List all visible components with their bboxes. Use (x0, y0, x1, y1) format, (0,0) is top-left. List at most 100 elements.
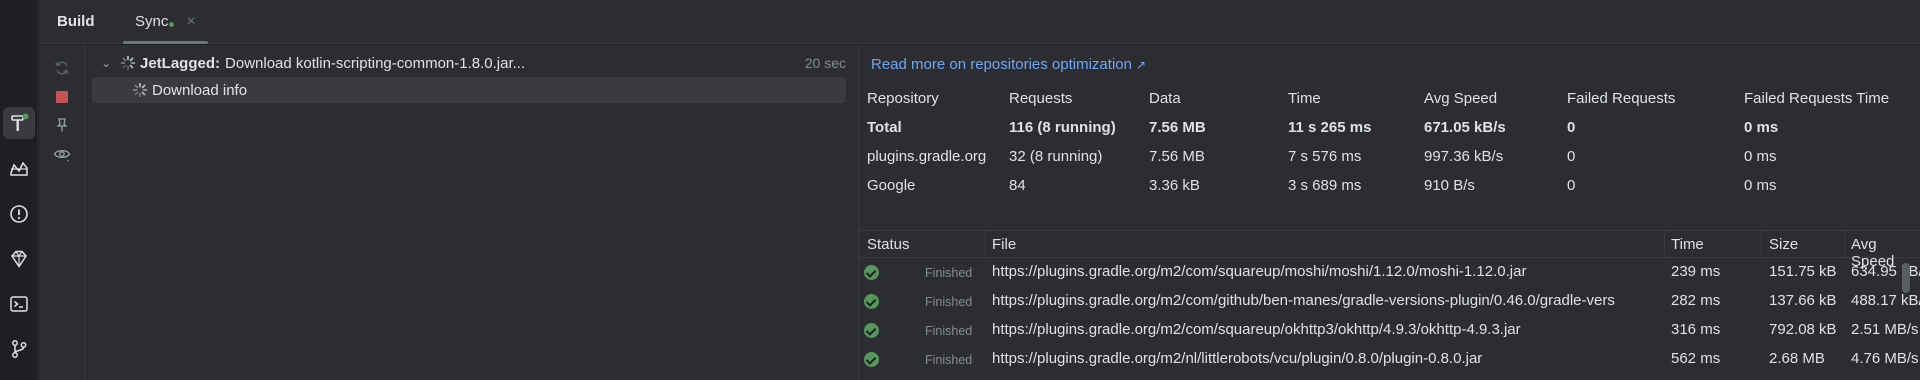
success-icon (864, 265, 879, 280)
eye-icon (53, 149, 71, 162)
tree-root-node[interactable]: ⌄ JetLagged: Download kotlin-scripting-c… (92, 50, 846, 76)
download-details-panel: Read more on repositories optimization ↗ … (858, 45, 1920, 380)
table-cell: 7.56 MB (1149, 148, 1205, 165)
table-cell: 910 B/s (1424, 177, 1475, 194)
success-icon (864, 323, 879, 338)
external-link-icon: ↗ (1135, 58, 1147, 72)
spinner-icon (120, 55, 136, 71)
build-actions-toolbar (39, 45, 85, 380)
file-time: 316 ms (1671, 321, 1721, 338)
tab-build[interactable]: Build (57, 0, 95, 44)
column-header[interactable]: File (992, 236, 1016, 253)
column-header[interactable]: Status (867, 236, 910, 253)
column-header[interactable]: Failed Requests Time (1744, 90, 1889, 107)
file-url: https://plugins.gradle.org/m2/com/square… (992, 321, 1521, 338)
sync-running-dot (169, 22, 175, 27)
file-size: 792.08 kB (1769, 321, 1837, 338)
read-more-text: Read more on repositories optimization (871, 56, 1132, 73)
read-more-link[interactable]: Read more on repositories optimization ↗ (871, 56, 1146, 73)
stop-button[interactable] (51, 86, 73, 108)
tab-sync[interactable]: Sync × (123, 0, 208, 44)
layout-inspector-icon (10, 161, 28, 176)
spinner-icon (132, 82, 148, 98)
problems-button[interactable] (3, 198, 35, 230)
column-header[interactable]: Requests (1009, 90, 1072, 107)
table-cell: 0 (1567, 148, 1576, 165)
file-time: 562 ms (1671, 350, 1721, 367)
table-cell: 32 (8 running) (1009, 148, 1103, 165)
column-header[interactable]: Failed Requests (1567, 90, 1675, 107)
status-text: Finished (925, 295, 973, 309)
status-text: Finished (925, 353, 973, 367)
file-speed: 488.17 kB/s (1851, 292, 1920, 309)
file-size: 2.68 MB (1769, 350, 1825, 367)
sync-tree: ⌄ JetLagged: Download kotlin-scripting-c… (86, 45, 858, 380)
file-size: 137.66 kB (1769, 292, 1837, 309)
table-cell: Total (867, 119, 902, 136)
files-table: Finished https://plugins.gradle.org/m2/c… (859, 258, 1920, 378)
table-cell: 3 s 689 ms (1288, 177, 1362, 194)
build-hammer-icon (11, 113, 29, 131)
version-control-button[interactable] (3, 333, 35, 365)
table-cell: 0 ms (1744, 148, 1777, 165)
pin-tab-button[interactable] (51, 114, 73, 136)
resync-button[interactable] (51, 57, 73, 79)
file-speed: 4.76 MB/s (1851, 350, 1919, 367)
tree-child-text: Download info (152, 81, 248, 99)
terminal-button[interactable] (3, 288, 35, 320)
sync-icon (55, 61, 69, 75)
files-scrollbar[interactable] (1902, 263, 1910, 293)
tool-window-tab-bar: Build Sync × (39, 0, 1920, 44)
files-table-header: Status File Time Size Avg Speed (859, 230, 1920, 270)
git-branch-icon (12, 340, 27, 358)
table-cell: 0 (1567, 177, 1576, 194)
column-divider[interactable] (1761, 231, 1762, 259)
column-header[interactable]: Repository (867, 90, 939, 107)
file-time: 282 ms (1671, 292, 1721, 309)
repositories-table: Repository Requests Data Time Avg Speed … (859, 90, 1920, 200)
table-cell: 3.36 kB (1149, 177, 1200, 194)
view-options-button[interactable] (51, 143, 73, 165)
build-tool-window: ⌄ JetLagged: Download kotlin-scripting-c… (39, 45, 1920, 380)
table-cell: plugins.gradle.org (867, 148, 987, 165)
tree-root-text: Download kotlin-scripting-common-1.8.0.j… (225, 54, 526, 72)
chevron-down-icon[interactable]: ⌄ (96, 56, 116, 70)
column-divider[interactable] (1664, 231, 1665, 259)
tool-window-strip (0, 0, 38, 380)
gem-icon (11, 250, 27, 268)
tree-root-project: JetLagged: (140, 54, 221, 72)
file-url: https://plugins.gradle.org/m2/com/square… (992, 263, 1527, 280)
problems-icon (10, 205, 28, 223)
status-text: Finished (925, 266, 973, 280)
gem-button[interactable] (3, 243, 35, 275)
success-icon (864, 294, 879, 309)
table-cell: 7.56 MB (1149, 119, 1206, 136)
column-header[interactable]: Time (1671, 236, 1704, 253)
build-tool-button[interactable] (3, 107, 35, 139)
tab-close-icon[interactable]: × (187, 13, 196, 30)
column-divider[interactable] (1844, 231, 1845, 259)
tab-build-label: Build (57, 13, 95, 30)
table-cell: 671.05 kB/s (1424, 119, 1506, 136)
column-header[interactable]: Size (1769, 236, 1798, 253)
table-cell: 7 s 576 ms (1288, 148, 1362, 165)
table-cell: 11 s 265 ms (1288, 119, 1372, 136)
table-cell: 0 ms (1744, 119, 1779, 136)
tree-child-node[interactable]: Download info (92, 77, 846, 103)
file-speed: 2.51 MB/s (1851, 321, 1919, 338)
column-header[interactable]: Time (1288, 90, 1321, 107)
file-time: 239 ms (1671, 263, 1721, 280)
column-divider[interactable] (985, 231, 986, 259)
terminal-icon (10, 296, 28, 312)
table-cell: 997.36 kB/s (1424, 148, 1504, 165)
pin-icon (56, 118, 68, 132)
success-icon (864, 352, 879, 367)
table-cell: Google (867, 177, 916, 194)
layout-inspector-button[interactable] (3, 153, 35, 185)
column-header[interactable]: Avg Speed (1424, 90, 1497, 107)
table-cell: 84 (1009, 177, 1026, 194)
column-header[interactable]: Data (1149, 90, 1181, 107)
file-url: https://plugins.gradle.org/m2/nl/littler… (992, 350, 1483, 367)
tree-root-time: 20 sec (804, 55, 846, 71)
table-cell: 0 (1567, 119, 1576, 136)
